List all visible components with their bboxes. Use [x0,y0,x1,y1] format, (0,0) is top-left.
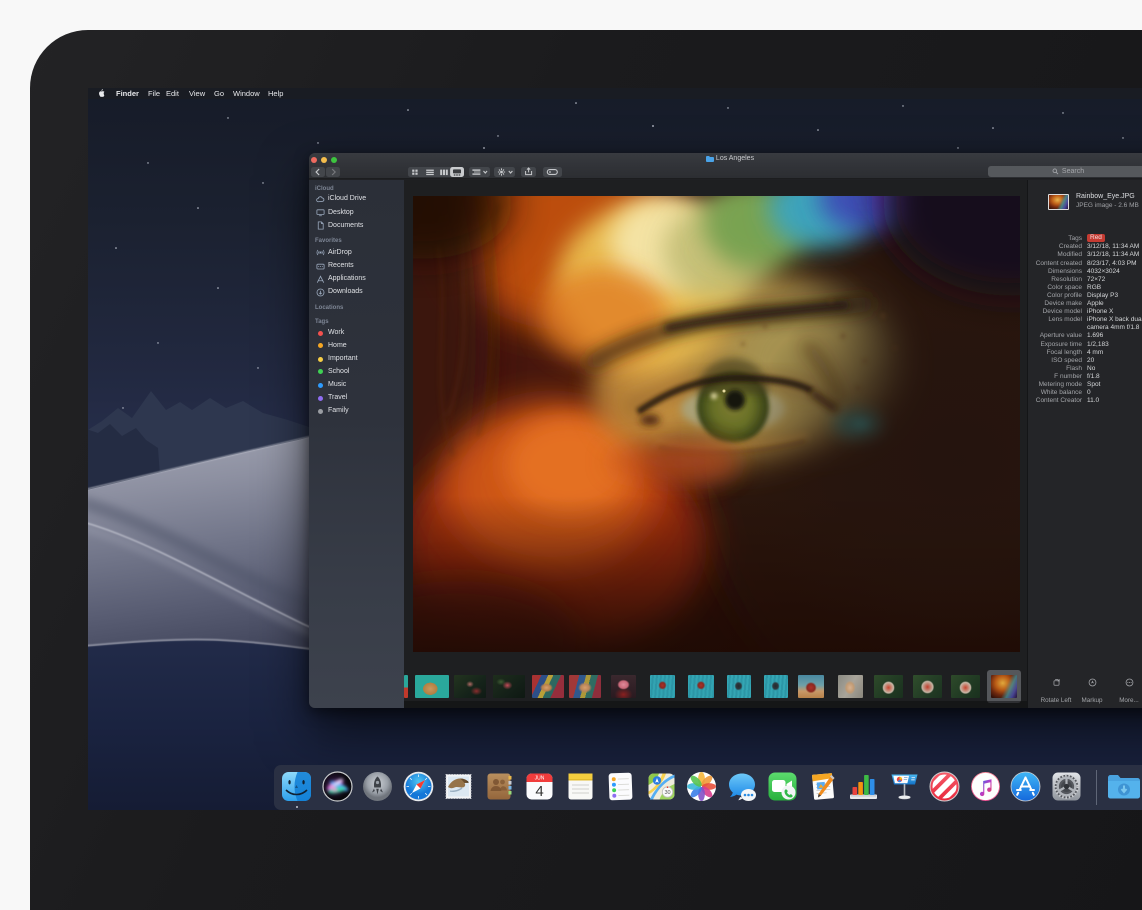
svg-text:4: 4 [536,783,544,800]
svg-text:JUN: JUN [535,776,545,782]
svg-text:30: 30 [664,790,670,796]
